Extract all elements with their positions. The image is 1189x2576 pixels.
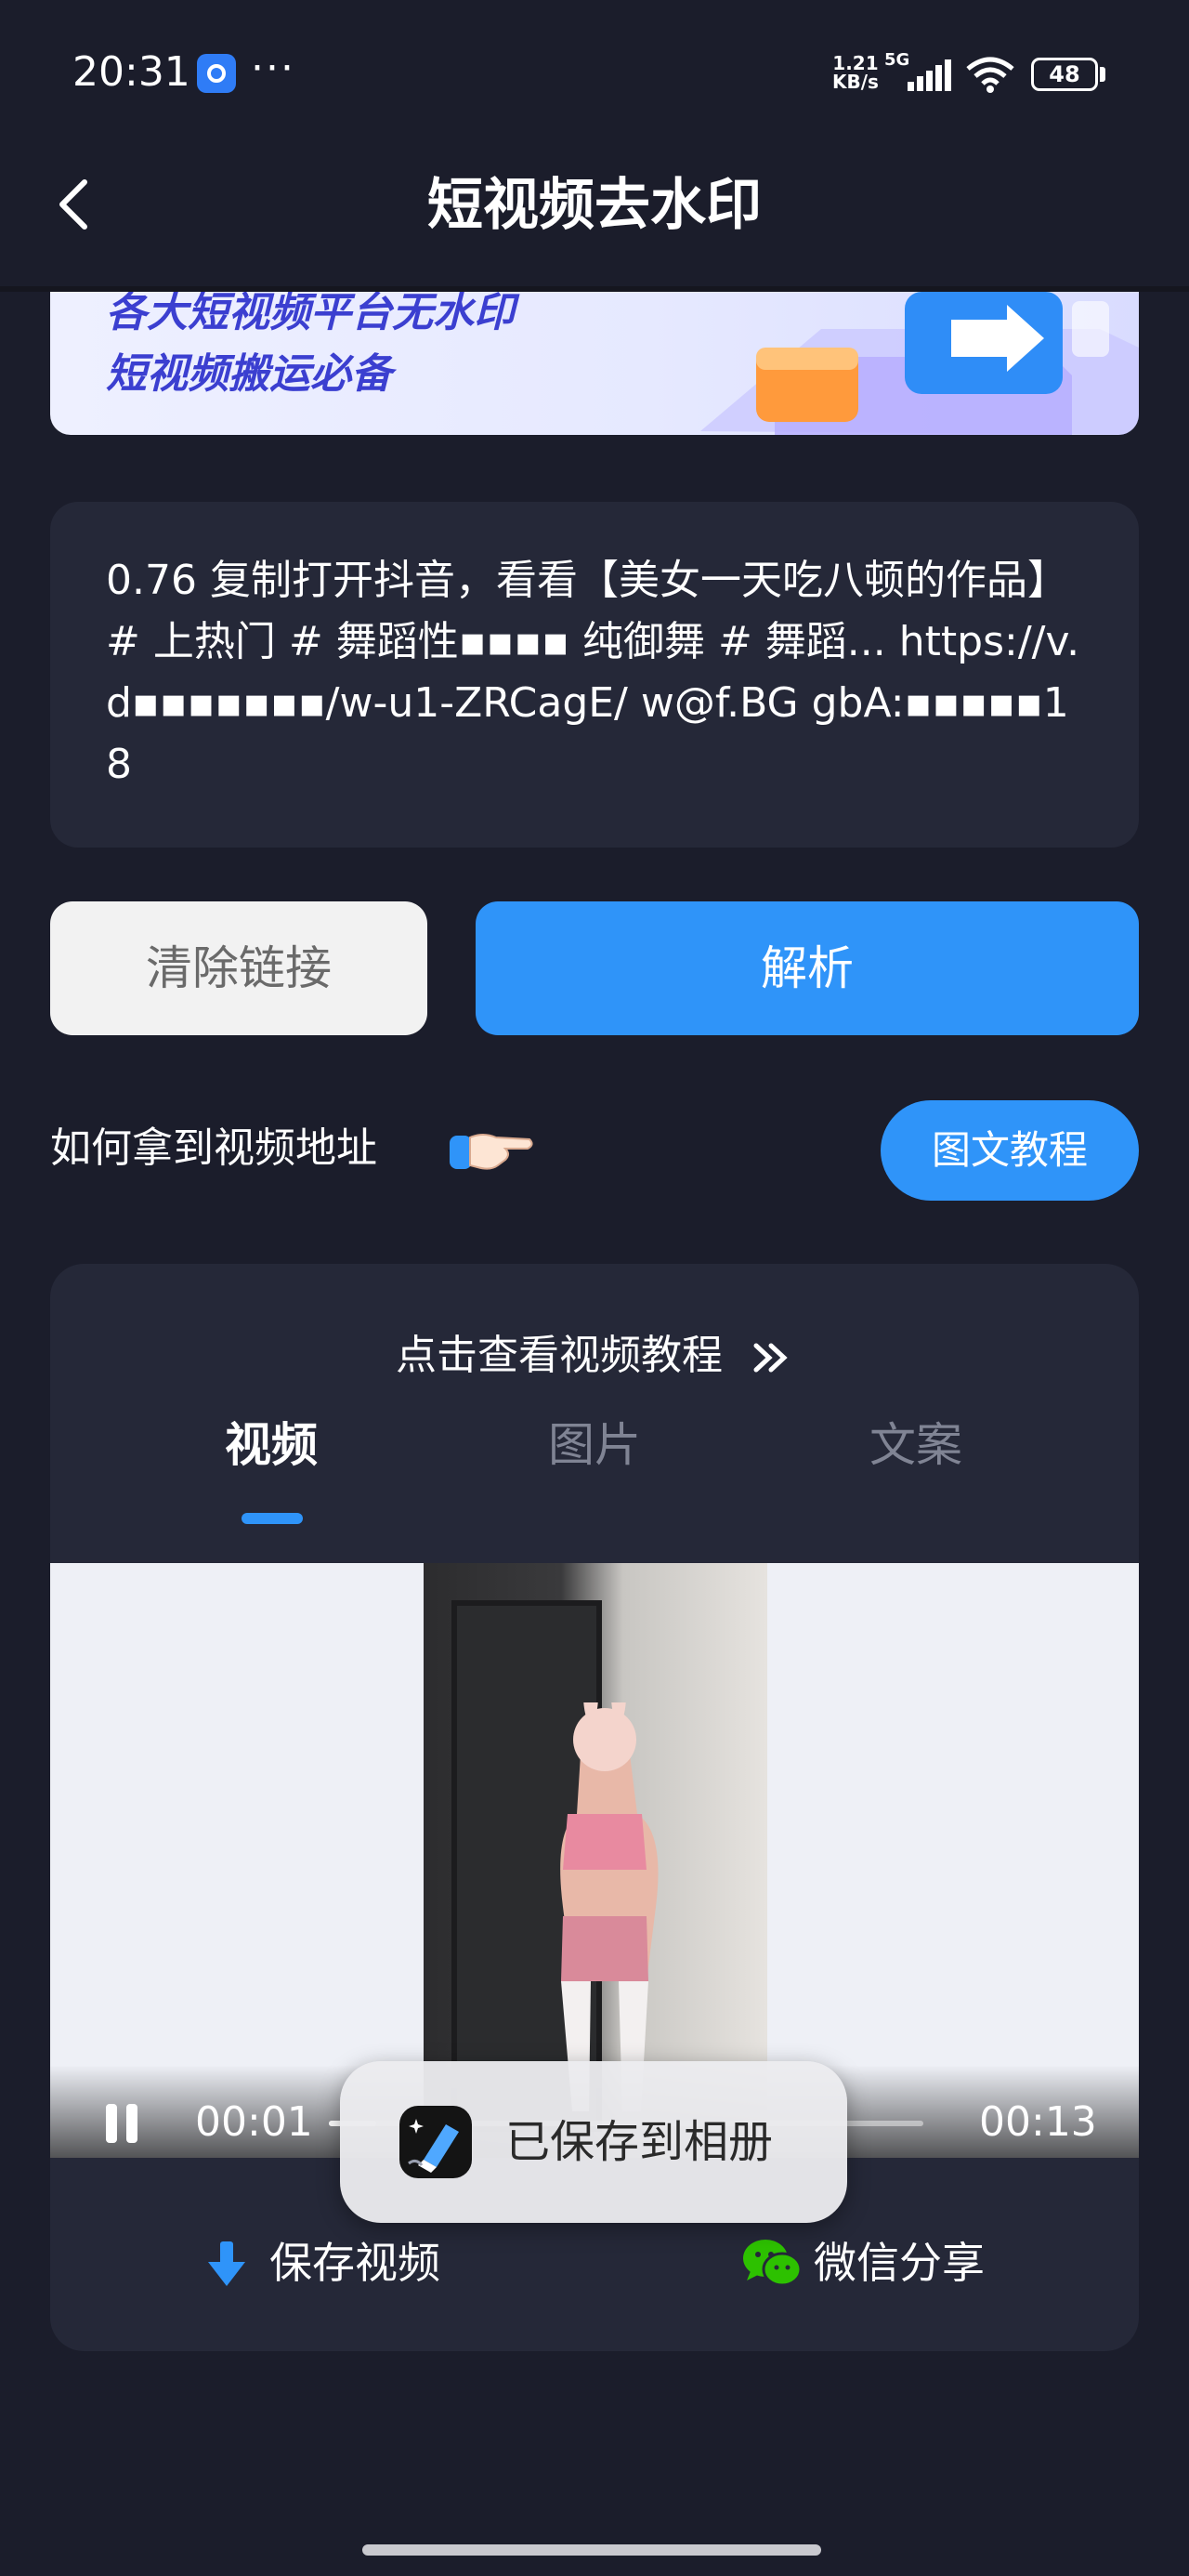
page-title: 短视频去水印 <box>427 173 762 238</box>
tab-video[interactable]: 视频 <box>178 1413 364 1478</box>
signal-icon <box>908 59 951 91</box>
active-tab-indicator <box>242 1513 303 1524</box>
eraser-icon <box>408 2119 459 2173</box>
status-bar: 20:31 ··· 1.21 KB/s 5G 48 <box>0 0 1189 149</box>
pointing-hand-icon <box>450 1134 533 1170</box>
wechat-share-button[interactable]: 微信分享 <box>814 2230 985 2295</box>
wechat-icon[interactable] <box>741 2238 803 2290</box>
more-notifications-indicator: ··· <box>251 45 295 92</box>
download-arrow-icon[interactable] <box>206 2240 247 2288</box>
tab-image[interactable]: 图片 <box>502 1413 687 1478</box>
clear-link-button[interactable]: 清除链接 <box>50 901 427 1035</box>
battery-icon: 48 <box>1031 58 1098 91</box>
home-indicator[interactable] <box>362 2544 821 2556</box>
toast-notification: 已保存到相册 <box>340 2061 847 2223</box>
video-person <box>560 1702 659 2111</box>
link-input-box[interactable]: 0.76 复制打开抖音，看看【美女一天吃八顿的作品】# 上热门 # 舞蹈性▪▪▪… <box>50 502 1139 848</box>
network-speed-unit: KB/s <box>832 71 879 93</box>
pause-icon[interactable] <box>104 2102 141 2145</box>
network-speed: 1.21 KB/s <box>832 54 879 91</box>
banner-subline: 短视频搬运必备 <box>106 350 392 398</box>
network-speed-value: 1.21 <box>832 52 879 74</box>
toast-message: 已保存到相册 <box>505 2116 774 2168</box>
howto-label: 如何拿到视频地址 <box>50 1124 377 1172</box>
parse-button[interactable]: 解析 <box>476 901 1139 1035</box>
wifi-icon <box>966 57 1014 93</box>
link-input-text[interactable]: 0.76 复制打开抖音，看看【美女一天吃八顿的作品】# 上热门 # 舞蹈性▪▪▪… <box>106 550 1091 795</box>
total-time: 00:13 <box>979 2098 1097 2146</box>
double-chevron-right-icon <box>753 1343 788 1373</box>
image-tutorial-button[interactable]: 图文教程 <box>881 1100 1139 1201</box>
video-tutorial-link[interactable]: 点击查看视频教程 <box>50 1323 1139 1388</box>
video-tutorial-label: 点击查看视频教程 <box>396 1332 723 1379</box>
app-notification-icon <box>197 54 236 93</box>
status-time: 20:31 <box>72 48 190 96</box>
app-logo-icon <box>399 2106 472 2178</box>
banner-illustration <box>700 292 1139 435</box>
current-time: 00:01 <box>195 2098 313 2146</box>
battery-tip <box>1100 67 1105 82</box>
tab-copywriting[interactable]: 文案 <box>823 1413 1009 1478</box>
promo-banner[interactable]: 各大短视频平台无水印 短视频搬运必备 <box>50 292 1139 435</box>
banner-headline: 各大短视频平台无水印 <box>106 292 515 336</box>
save-video-button[interactable]: 保存视频 <box>269 2230 440 2295</box>
